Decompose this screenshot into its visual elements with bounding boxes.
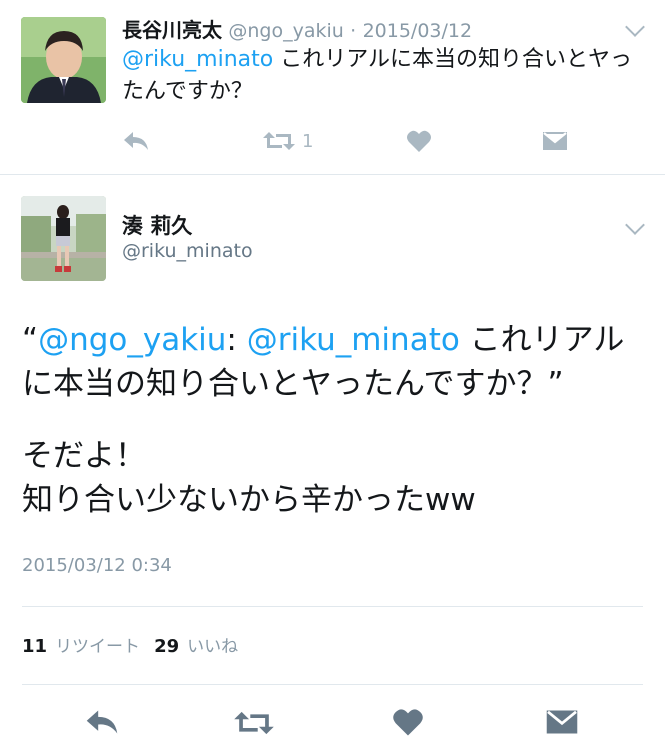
retweets-count[interactable]: 11	[22, 636, 47, 657]
divider	[22, 684, 643, 685]
tweet-reply[interactable]: 長谷川亮太 @ngo_yakiu · 2015/03/12 @riku_mina…	[0, 0, 665, 175]
display-name[interactable]: 長谷川亮太	[122, 18, 222, 42]
tweet-actions: 1	[0, 124, 665, 160]
separator: ·	[350, 20, 357, 42]
divider	[0, 174, 665, 175]
tweet-date[interactable]: 2015/03/12	[363, 20, 473, 42]
quote-open: “	[22, 322, 39, 358]
retweets-label[interactable]: リツイート	[55, 632, 140, 657]
retweet-button[interactable]	[233, 709, 275, 737]
handle[interactable]: @riku_minato	[122, 240, 253, 262]
like-button[interactable]	[406, 129, 432, 153]
divider	[22, 606, 643, 607]
reply-icon	[124, 132, 148, 150]
dm-button[interactable]	[545, 708, 579, 736]
tweet-timestamp[interactable]: 2015/03/12 0:34	[22, 555, 172, 576]
mention-link[interactable]: @riku_minato	[122, 47, 273, 72]
avatar[interactable]	[21, 196, 106, 281]
quote-close: ”	[547, 366, 564, 402]
reply-button[interactable]	[122, 130, 150, 152]
dm-icon	[543, 132, 567, 150]
handle[interactable]: @ngo_yakiu	[228, 20, 343, 42]
tweet-reply-text: そだよ！ 知り合い少ないから辛かったww	[22, 434, 652, 522]
dm-button[interactable]	[542, 130, 568, 152]
retweet-count: 1	[302, 130, 314, 152]
like-icon	[393, 709, 423, 736]
display-name[interactable]: 湊 莉久	[122, 210, 192, 240]
mention-link[interactable]: @riku_minato	[247, 322, 460, 358]
likes-label[interactable]: いいね	[187, 632, 238, 657]
retweet-button[interactable]: 1	[262, 130, 313, 152]
tweet-stats: 11 リツイート 29 いいね	[22, 632, 252, 657]
reply-line: 知り合い少ないから辛かったww	[22, 482, 476, 518]
reply-icon	[86, 710, 118, 734]
like-icon	[407, 130, 431, 152]
like-button[interactable]	[392, 707, 424, 737]
reply-line: そだよ！	[22, 438, 146, 474]
avatar[interactable]	[21, 17, 106, 103]
chevron-down-icon[interactable]	[625, 215, 645, 235]
reply-button[interactable]	[84, 708, 120, 736]
likes-count[interactable]: 29	[154, 636, 179, 657]
quote-colon: :	[226, 322, 247, 358]
tweet-header: 長谷川亮太 @ngo_yakiu · 2015/03/12	[122, 14, 472, 43]
mention-link[interactable]: @ngo_yakiu	[38, 322, 226, 358]
chevron-down-icon[interactable]	[625, 17, 645, 37]
retweet-icon	[234, 711, 274, 735]
tweet-text: @riku_minato これリアルに本当の知り合いとヤったんですか？	[122, 44, 642, 108]
dm-icon	[546, 710, 578, 734]
retweet-icon	[263, 132, 295, 150]
tweet-quote-text: “@ngo_yakiu: @riku_minato これリアルに本当の知り合いと…	[22, 318, 652, 406]
